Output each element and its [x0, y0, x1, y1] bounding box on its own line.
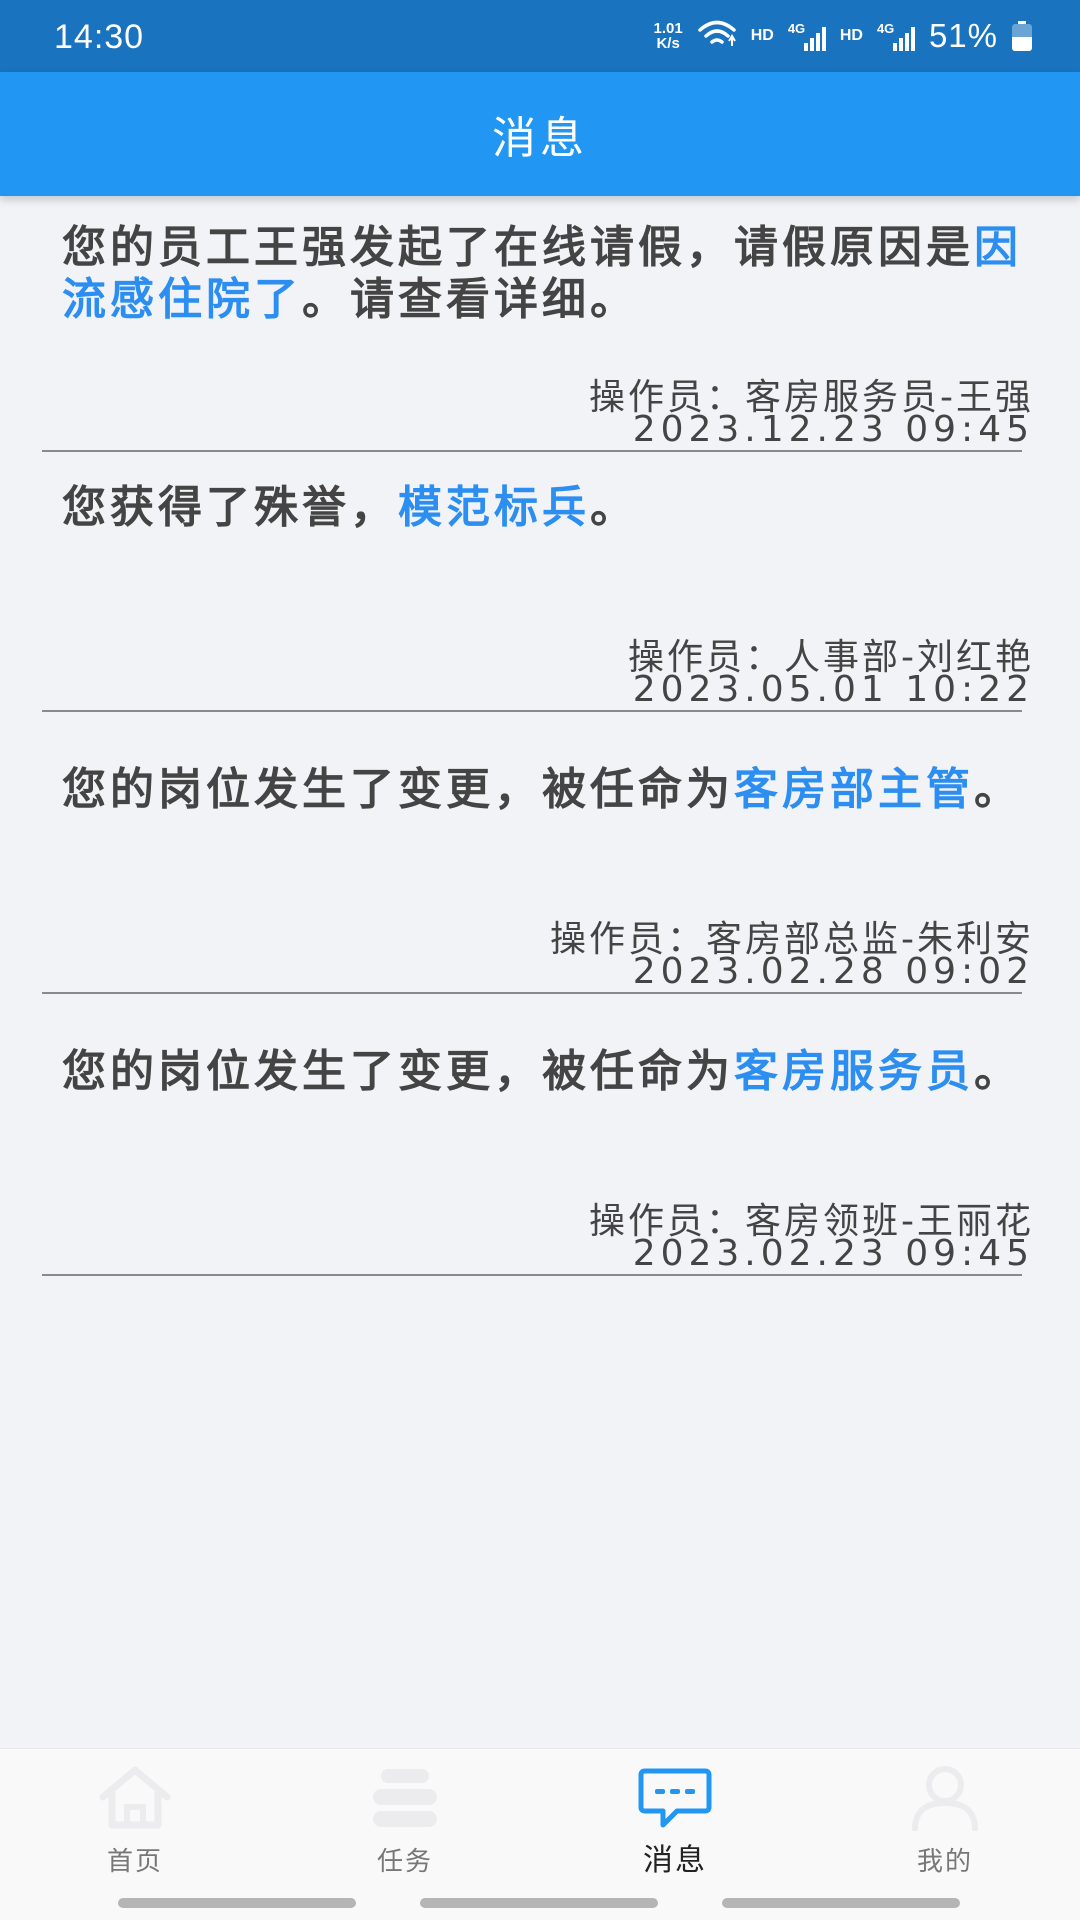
nav-label-profile: 我的: [916, 1847, 973, 1877]
message-time: 2023.12.23 09:45: [632, 409, 1034, 450]
gesture-handle[interactable]: [722, 1898, 960, 1908]
message-text-tail: 。: [974, 1046, 1022, 1097]
nav-label-tasks: 任务: [376, 1847, 433, 1877]
message-time: 2023.05.01 10:22: [632, 669, 1034, 710]
signal-type-label: 4G: [787, 21, 806, 36]
nav-item-messages[interactable]: 消息: [605, 1763, 745, 1883]
home-icon: [97, 1763, 173, 1833]
message-text-tail: 。: [590, 482, 638, 533]
gesture-handle[interactable]: [420, 1898, 658, 1908]
message-item[interactable]: 您的岗位发生了变更，被任命为客房部主管。 操作员：客房部总监-朱利安 2023.…: [42, 762, 1031, 994]
message-text-tail: 。请查看详细。: [302, 274, 638, 325]
status-time: 14:30: [54, 18, 145, 56]
nav-label-messages: 消息: [643, 1843, 707, 1878]
message-divider: [42, 1274, 1022, 1276]
message-divider: [42, 710, 1022, 712]
message-highlight-link[interactable]: 模范标兵: [398, 482, 590, 533]
hd-label: HD: [750, 27, 774, 44]
message-highlight-link[interactable]: 客房部主管: [734, 764, 974, 815]
nav-item-profile[interactable]: 我的: [875, 1763, 1015, 1883]
message-highlight-link[interactable]: 客房服务员: [734, 1046, 974, 1097]
signal-icon: 4G: [788, 21, 826, 51]
network-speed-value: 1.01: [653, 20, 683, 37]
nav-item-home[interactable]: 首页: [65, 1763, 205, 1883]
page-header: 消息: [0, 72, 1080, 196]
message-text-body: 您的岗位发生了变更，被任命为: [62, 1046, 734, 1097]
wifi-icon: [697, 19, 737, 54]
network-speed: 1.01 K/s: [654, 21, 683, 51]
message-item[interactable]: 您获得了殊誉，模范标兵。 操作员：人事部-刘红艳 2023.05.01 10:2…: [42, 480, 1031, 712]
message-item[interactable]: 您的员工王强发起了在线请假，请假原因是因流感住院了。请查看详细。 操作员：客房服…: [42, 220, 1031, 452]
task-list-icon: [367, 1763, 443, 1833]
message-time: 2023.02.23 09:45: [632, 1233, 1034, 1274]
message-text-body: 您的岗位发生了变更，被任命为: [62, 764, 734, 815]
status-icons: 1.01 K/s HD 4G HD 4G 51%: [654, 14, 1032, 58]
message-text-tail: 。: [974, 764, 1022, 815]
hd-label: HD: [839, 27, 863, 44]
message-time: 2023.02.28 09:02: [632, 951, 1034, 992]
message-icon: [637, 1763, 713, 1833]
user-icon: [907, 1763, 983, 1833]
message-divider: [42, 450, 1022, 452]
message-text-body: 您获得了殊誉，: [62, 482, 398, 533]
message-text: 您的岗位发生了变更，被任命为客房服务员。: [62, 1046, 1052, 1098]
message-text: 您获得了殊誉，模范标兵。: [62, 482, 1052, 534]
page-title: 消息: [492, 113, 588, 164]
signal-icon: 4G: [877, 21, 915, 51]
battery-icon: [1012, 21, 1032, 51]
status-bar: 14:30 1.01 K/s HD 4G HD 4G 51%: [0, 0, 1080, 72]
bottom-navigation: 首页 任务 消息 我的: [0, 1748, 1080, 1920]
message-item[interactable]: 您的岗位发生了变更，被任命为客房服务员。 操作员：客房领班-王丽花 2023.0…: [42, 1044, 1031, 1276]
message-divider: [42, 992, 1022, 994]
network-speed-unit: K/s: [656, 35, 680, 52]
nav-item-tasks[interactable]: 任务: [335, 1763, 475, 1883]
nav-label-home: 首页: [106, 1847, 163, 1877]
message-text: 您的岗位发生了变更，被任命为客房部主管。: [62, 764, 1052, 816]
battery-percent: 51%: [928, 17, 998, 54]
message-text: 您的员工王强发起了在线请假，请假原因是因流感住院了。请查看详细。: [62, 222, 1052, 326]
gesture-handle[interactable]: [118, 1898, 356, 1908]
signal-type-label: 4G: [876, 21, 895, 36]
message-text-body: 您的员工王强发起了在线请假，请假原因是: [62, 222, 974, 273]
